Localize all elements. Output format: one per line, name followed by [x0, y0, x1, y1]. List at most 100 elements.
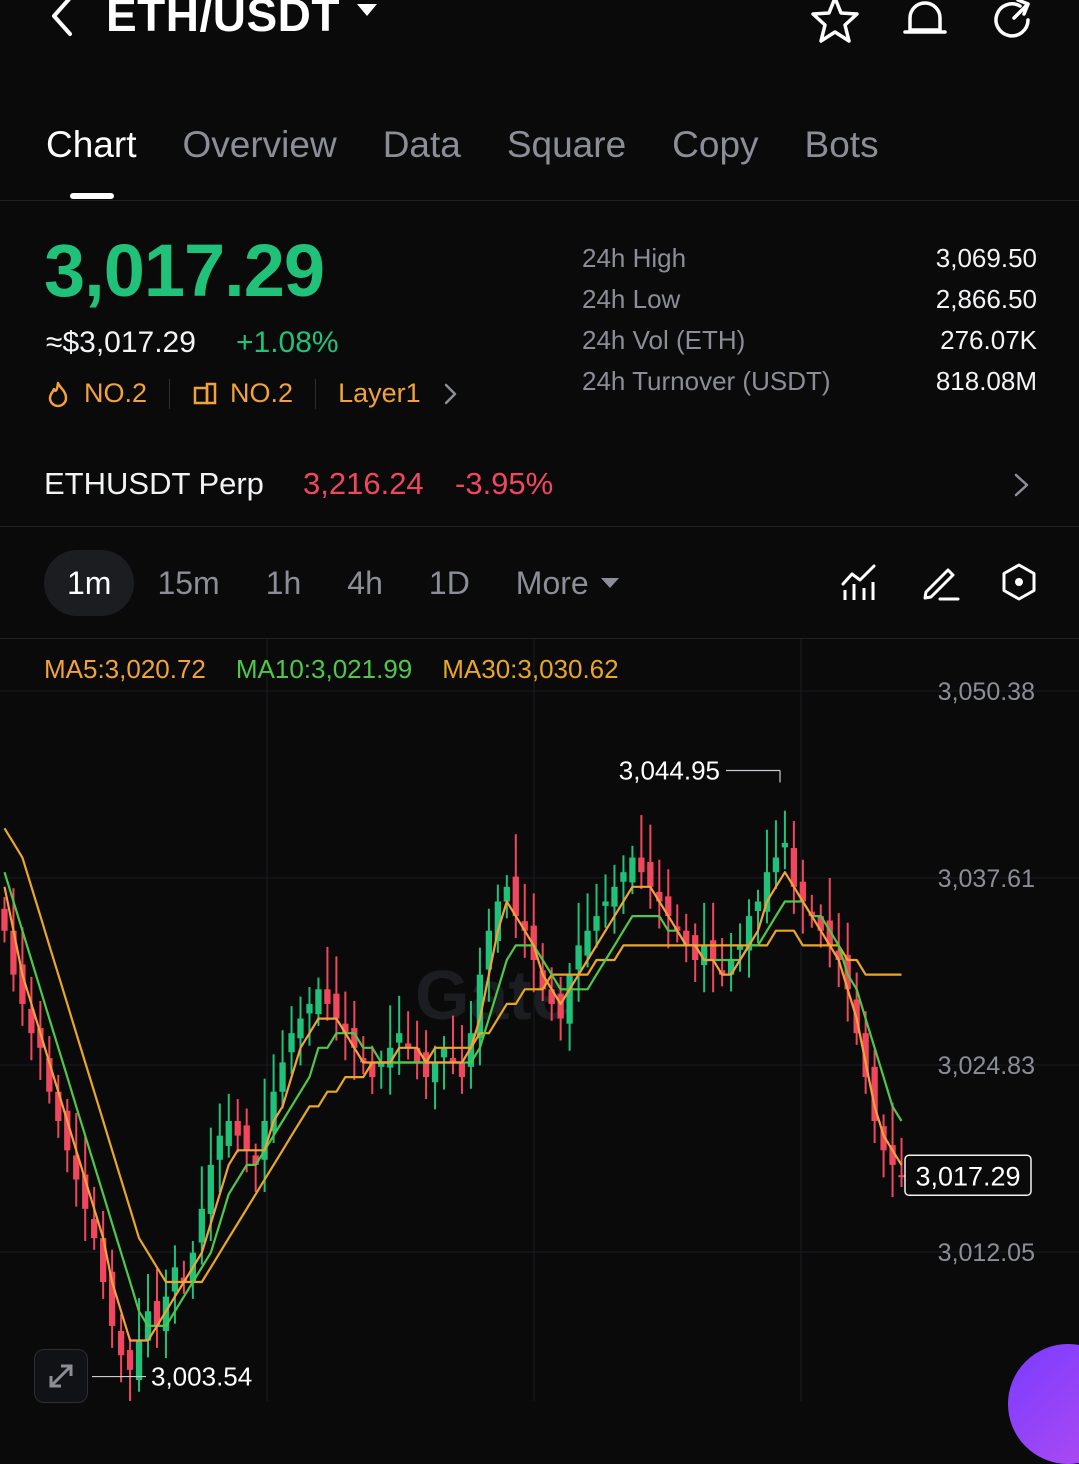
tf-4h[interactable]: 4h	[324, 550, 406, 616]
draw-icon[interactable]	[920, 562, 960, 602]
tag-divider	[315, 378, 317, 409]
candle-body	[584, 930, 591, 956]
tf-1d[interactable]: 1D	[406, 550, 493, 616]
hot-rank-tag[interactable]: NO.2	[46, 378, 147, 409]
stat-label: 24h High	[582, 243, 687, 273]
perp-price: 3,216.24	[303, 466, 424, 501]
candle-body	[772, 857, 780, 873]
y-tick-label: 3,024.83	[938, 1052, 1035, 1080]
tab-data[interactable]: Data	[383, 124, 461, 166]
candle-body	[611, 886, 618, 907]
ma10-label: MA10:3,021.99	[235, 654, 413, 684]
candle-body	[566, 974, 573, 1024]
candle-body	[288, 1033, 295, 1053]
divider	[0, 526, 1079, 527]
candle-body	[620, 872, 627, 882]
stat-label: 24h Vol (ETH)	[582, 325, 746, 355]
candle-body	[216, 1135, 223, 1160]
ma5-label: MA5:3,020.72	[44, 654, 206, 684]
mcap-rank-label: NO.2	[230, 378, 294, 408]
tab-chart[interactable]: Chart	[46, 124, 136, 166]
stat-value: 276.07K	[940, 325, 1037, 355]
settings-icon[interactable]	[999, 562, 1039, 602]
candle-body	[790, 848, 798, 887]
candle-body	[333, 993, 340, 1019]
perp-name[interactable]: ETHUSDT Perp	[44, 466, 264, 502]
candle-body	[171, 1267, 179, 1292]
high-label: 3,044.95	[619, 755, 720, 785]
stat-label: 24h Turnover (USDT)	[582, 366, 831, 396]
ma10-line	[3, 871, 903, 1328]
candle-body	[315, 989, 322, 1015]
y-tick-label: 3,050.38	[938, 678, 1035, 706]
candle-body	[898, 1175, 905, 1178]
stat-value: 2,866.50	[935, 284, 1037, 314]
mcap-rank-tag[interactable]: NO.2	[192, 378, 293, 409]
tf-15m[interactable]: 15m	[134, 550, 242, 616]
candle-body	[306, 1003, 313, 1014]
indicator-icon[interactable]	[840, 562, 880, 602]
fiat-price: ≈$3,017.29	[46, 326, 196, 359]
fullscreen-button[interactable]	[34, 1349, 88, 1403]
candle-body	[207, 1164, 214, 1214]
candle-body	[602, 901, 609, 906]
candle-body	[243, 1125, 250, 1151]
candle-body	[754, 901, 762, 911]
stat-vol: 24h Vol (ETH) 276.07K	[582, 325, 1037, 366]
stat-value: 818.08M	[935, 366, 1037, 396]
share-icon[interactable]	[988, 0, 1038, 46]
candle-body	[234, 1121, 241, 1136]
candlestick-chart[interactable]: Gate3,050.383,037.613,024.833,012.053,04…	[0, 639, 1079, 1401]
ma30-label: MA30:3,030.62	[442, 654, 619, 684]
candle-body	[324, 989, 331, 1004]
ma-legend: MA5:3,020.72 MA10:3,021.99 MA30:3,030.62	[44, 654, 619, 685]
y-tick-label: 3,012.05	[938, 1239, 1035, 1267]
candle-body	[91, 1219, 98, 1239]
candle-body	[126, 1350, 134, 1370]
category-tag[interactable]: Layer1	[338, 378, 461, 409]
candle-body	[396, 1033, 403, 1043]
stat-high: 24h High 3,069.50	[582, 243, 1037, 284]
tab-copy[interactable]: Copy	[672, 124, 758, 166]
candle-body	[422, 1052, 430, 1078]
pair-title[interactable]: ETH/USDT	[106, 0, 340, 42]
tf-1m[interactable]: 1m	[44, 550, 135, 616]
tab-overview[interactable]: Overview	[182, 124, 336, 166]
stats-panel: 24h High 3,069.50 24h Low 2,866.50 24h V…	[582, 243, 1037, 407]
ma5-line	[3, 871, 903, 1342]
candle-body	[503, 886, 510, 902]
hot-rank-label: NO.2	[84, 378, 148, 408]
candle-body	[512, 876, 519, 917]
tf-more-label: More	[515, 565, 589, 601]
candle-body	[198, 1208, 205, 1243]
candle-body	[629, 857, 636, 883]
active-tab-indicator	[70, 193, 114, 199]
dropdown-icon[interactable]	[357, 4, 377, 16]
candle-body	[593, 916, 600, 931]
price-change: +1.08%	[236, 326, 339, 359]
tf-1h[interactable]: 1h	[243, 550, 325, 616]
candle-body	[225, 1121, 232, 1146]
tf-more[interactable]: More	[493, 550, 642, 616]
stat-low: 24h Low 2,866.50	[582, 284, 1037, 325]
tab-square[interactable]: Square	[507, 124, 626, 166]
candle-body	[781, 842, 789, 848]
cube-icon	[193, 382, 217, 404]
back-icon[interactable]	[44, 0, 84, 44]
fire-icon	[48, 381, 68, 407]
candle-body	[135, 1340, 143, 1381]
category-label: Layer1	[338, 378, 421, 408]
y-tick-label: 3,037.61	[938, 865, 1035, 893]
rank-tags: NO.2 NO.2 Layer1	[46, 378, 461, 409]
candle-body	[279, 1062, 286, 1092]
candle-body	[557, 993, 564, 1019]
chevron-right-icon[interactable]	[1010, 470, 1034, 500]
tab-bots[interactable]: Bots	[805, 124, 879, 166]
candle-body	[709, 940, 717, 961]
candle-body	[297, 1018, 304, 1039]
last-price: 3,017.29	[44, 229, 325, 312]
candle-body	[1, 908, 8, 931]
bell-icon[interactable]	[900, 0, 950, 46]
candle-body	[431, 1062, 439, 1083]
star-icon[interactable]	[810, 0, 860, 46]
